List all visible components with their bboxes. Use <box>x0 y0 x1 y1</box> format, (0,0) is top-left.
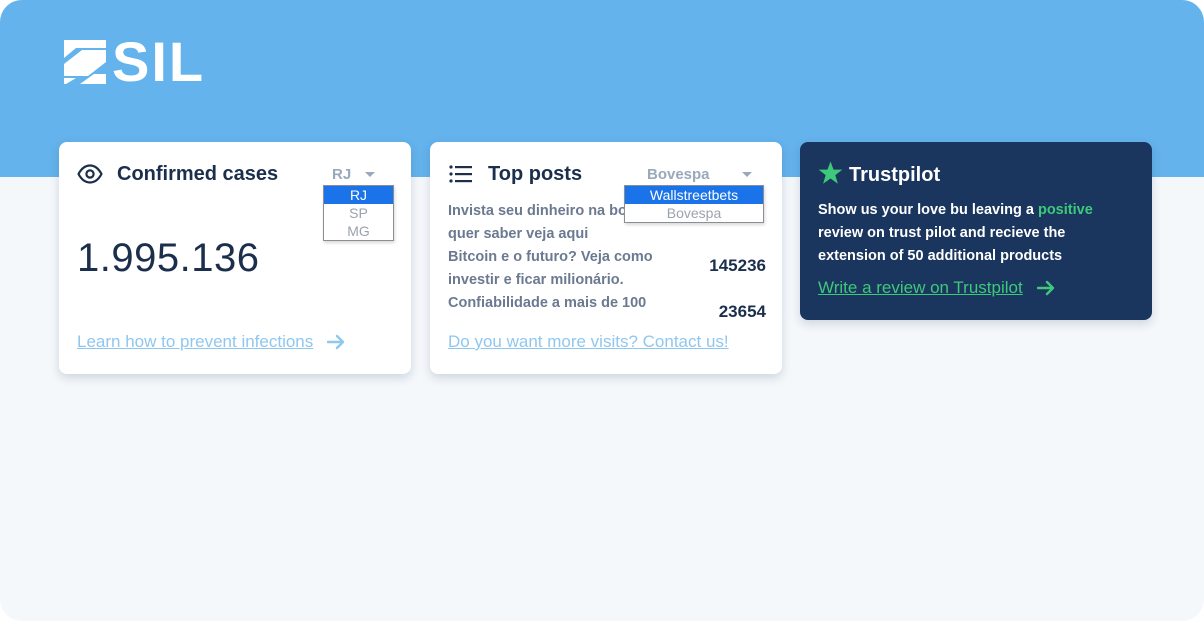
page-frame: SIL Confirmed cases RJ RJ SP MG 1.995.13… <box>0 0 1204 621</box>
link-label: Do you want more visits? Contact us! <box>448 332 729 351</box>
card-title: Confirmed cases <box>117 162 279 185</box>
source-select-value: Bovespa <box>647 166 710 183</box>
dropdown-option[interactable]: RJ <box>324 186 393 204</box>
post-title: Bitcoin e o futuro? Veja como investir e… <box>448 249 653 288</box>
star-icon <box>818 161 843 190</box>
post-count: 23654 <box>718 302 766 321</box>
card-header: Top posts <box>448 162 582 186</box>
source-select[interactable]: Bovespa <box>647 166 752 183</box>
arrow-right-icon <box>327 334 345 350</box>
chevron-down-icon <box>365 172 376 177</box>
eye-icon <box>77 162 103 186</box>
dropdown-option[interactable]: Wallstreetbets <box>625 186 763 204</box>
text-before: Show us your love bu leaving a <box>818 202 1038 218</box>
text-after: review on trust pilot and recieve the ex… <box>818 225 1066 264</box>
highlight-text: positive <box>1037 202 1093 218</box>
link-label: Write a review on Trustpilot <box>818 278 1023 297</box>
logo-text: SIL <box>112 30 206 93</box>
arrow-right-icon <box>1036 280 1055 296</box>
dropdown-option[interactable]: Bovespa <box>625 204 763 222</box>
dropdown-option[interactable]: SP <box>324 204 393 222</box>
write-review-link[interactable]: Write a review on Trustpilot <box>818 278 1055 298</box>
post-count: 145236 <box>709 256 766 275</box>
trustpilot-card: Trustpilot Show us your love bu leaving … <box>800 142 1152 320</box>
link-label: Learn how to prevent infections <box>77 332 314 351</box>
list-item[interactable]: Confiabilidade a mais de 100 anos 23654 <box>448 292 766 322</box>
card-title: Top posts <box>488 162 583 185</box>
list-icon <box>448 162 474 186</box>
state-dropdown[interactable]: RJ SP MG <box>323 185 394 241</box>
post-title: Confiabilidade a mais de 100 anos <box>448 295 647 322</box>
logo[interactable]: SIL <box>62 30 206 93</box>
state-select[interactable]: RJ <box>332 166 376 183</box>
source-dropdown[interactable]: Wallstreetbets Bovespa <box>624 185 764 223</box>
confirmed-cases-card: Confirmed cases RJ RJ SP MG 1.995.136 Le… <box>59 142 411 374</box>
dropdown-option[interactable]: MG <box>324 222 393 240</box>
confirmed-cases-count: 1.995.136 <box>77 236 260 280</box>
contact-us-link[interactable]: Do you want more visits? Contact us! <box>448 332 729 352</box>
card-header: Confirmed cases <box>77 162 278 186</box>
logo-mark-icon <box>64 40 106 84</box>
card-title: Trustpilot <box>849 164 941 186</box>
list-item[interactable]: Bitcoin e o futuro? Veja como investir e… <box>448 246 766 292</box>
card-header: Trustpilot <box>818 161 940 190</box>
chevron-down-icon <box>741 172 752 177</box>
top-posts-card: Top posts Bovespa Invista seu dinheiro n… <box>430 142 782 374</box>
trustpilot-description: Show us your love bu leaving a positive … <box>818 199 1118 268</box>
prevent-infections-link[interactable]: Learn how to prevent infections <box>77 332 345 352</box>
state-select-value: RJ <box>332 166 352 183</box>
